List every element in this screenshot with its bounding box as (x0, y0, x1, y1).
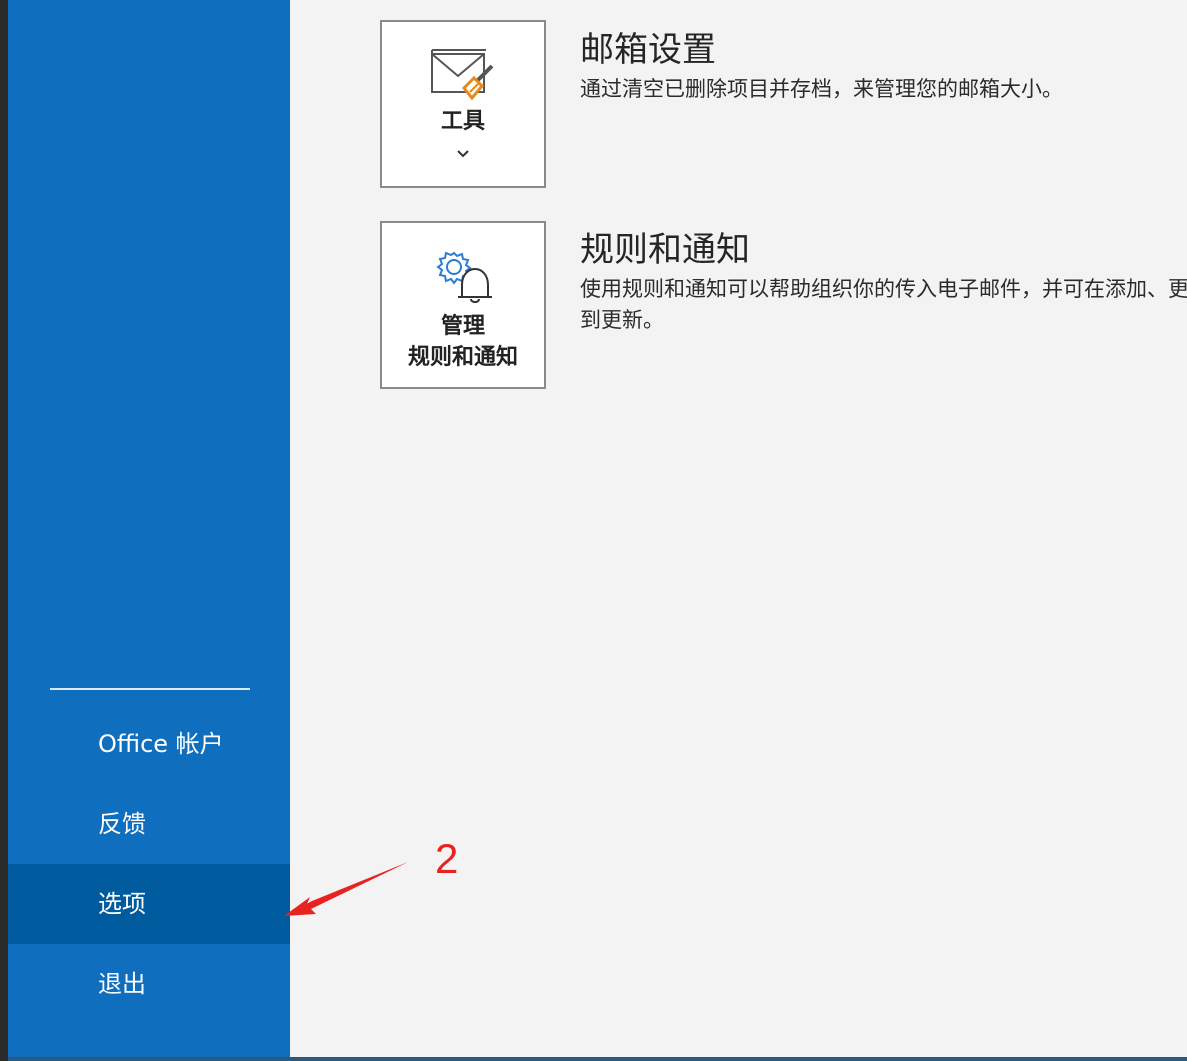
window-left-edge (0, 0, 8, 1061)
backstage-sidebar: Office 帐户 反馈 选项 退出 (8, 0, 290, 1057)
rules-tile-label-line1: 管理 (440, 314, 485, 339)
main-content: 工具 邮箱设置 通过清空已删除项目并存档，来管理您的邮箱大小。 管理 规则和通知… (290, 0, 1187, 1057)
mailbox-settings-title: 邮箱设置 (580, 30, 716, 70)
sidebar-item-options[interactable]: 选项 (8, 864, 290, 944)
rules-alerts-title: 规则和通知 (580, 230, 750, 270)
sidebar-item-exit[interactable]: 退出 (8, 944, 290, 1024)
rules-alerts-description-line1: 使用规则和通知可以帮助组织你的传入电子邮件，并可在添加、更改或删除项目时收 (580, 277, 1187, 301)
chevron-down-icon (457, 150, 469, 158)
rules-tile-label-line2: 规则和通知 (407, 345, 518, 370)
mailbox-cleanup-icon (431, 49, 494, 101)
mailbox-settings-description: 通过清空已删除项目并存档，来管理您的邮箱大小。 (580, 77, 1063, 101)
tools-tile-label: 工具 (440, 109, 485, 134)
outlook-backstage: Office 帐户 反馈 选项 退出 工具 邮箱设置 通过清空已删除项目并存档，… (0, 0, 1187, 1061)
sidebar-item-office-account[interactable]: Office 帐户 (8, 704, 290, 784)
sidebar-item-feedback[interactable]: 反馈 (8, 784, 290, 864)
rules-alerts-description-line2: 到更新。 (580, 308, 664, 332)
window-bottom-edge (8, 1057, 1187, 1061)
tools-dropdown-button[interactable]: 工具 (380, 20, 546, 188)
rules-alerts-icon (436, 251, 492, 303)
manage-rules-alerts-button[interactable]: 管理 规则和通知 (380, 221, 546, 389)
annotation-step-number: 2 (435, 835, 459, 882)
sidebar-divider (50, 688, 250, 690)
